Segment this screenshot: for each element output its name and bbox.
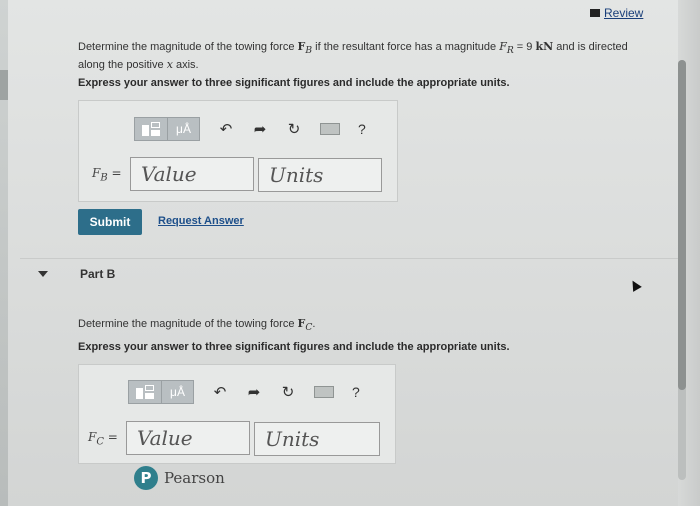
question-text: if the resultant force has a magnitude: [312, 41, 497, 53]
template-icon: [136, 385, 154, 399]
resultant-unit: kN: [535, 40, 554, 53]
units-input[interactable]: Units: [258, 158, 382, 192]
question-text: .: [312, 318, 316, 330]
pearson-wordmark: Pearson: [164, 469, 225, 487]
part-b-instruction: Express your answer to three significant…: [78, 341, 510, 353]
reset-icon[interactable]: ↻: [280, 383, 296, 401]
part-b-question: Determine the magnitude of the towing fo…: [78, 317, 315, 333]
keyboard-icon[interactable]: [320, 123, 340, 135]
symbols-button[interactable]: μÅ: [161, 381, 193, 403]
review-label: Review: [604, 6, 644, 20]
review-link[interactable]: Review: [590, 6, 643, 20]
template-group: μÅ: [134, 117, 200, 141]
var-equals: =: [107, 166, 122, 180]
value-input[interactable]: Value: [130, 157, 254, 191]
request-answer-link[interactable]: Request Answer: [158, 215, 244, 227]
answer-variable-label: FB =: [92, 166, 122, 183]
help-button[interactable]: ?: [358, 121, 366, 137]
axis-variable: x: [166, 58, 173, 72]
part-b-toolbar: μÅ ↶ ➦ ↻ ?: [128, 380, 360, 404]
collapse-triangle-icon[interactable]: [38, 271, 48, 277]
left-edge-tab: [0, 70, 8, 100]
pearson-logo: P Pearson: [134, 466, 225, 490]
part-a-question: Determine the magnitude of the towing fo…: [78, 40, 638, 72]
var-subscript: B: [100, 172, 108, 184]
part-b-title: Part B: [80, 267, 116, 281]
part-a-instruction: Express your answer to three significant…: [78, 77, 510, 89]
var-subscript: C: [96, 436, 104, 448]
template-icon: [142, 122, 160, 136]
part-a-toolbar: μÅ ↶ ➦ ↻ ?: [134, 117, 366, 141]
scrollbar-thumb[interactable]: [678, 60, 686, 390]
submit-button[interactable]: Submit: [78, 209, 142, 235]
resultant-value: = 9: [513, 41, 536, 53]
undo-icon[interactable]: ↶: [218, 120, 234, 138]
symbols-button[interactable]: μÅ: [167, 118, 199, 140]
value-input[interactable]: Value: [126, 421, 250, 455]
left-edge-strip: [0, 0, 8, 506]
undo-icon[interactable]: ↶: [212, 383, 228, 401]
reset-icon[interactable]: ↻: [286, 120, 302, 138]
template-group: μÅ: [128, 380, 194, 404]
pearson-p-icon: P: [134, 466, 158, 490]
resultant-symbol: F: [499, 40, 507, 53]
question-text: Determine the magnitude of the towing fo…: [78, 41, 295, 53]
units-input[interactable]: Units: [254, 422, 380, 456]
help-button[interactable]: ?: [352, 384, 360, 400]
template-button[interactable]: [129, 381, 161, 403]
redo-icon[interactable]: ➦: [246, 383, 262, 401]
template-button[interactable]: [135, 118, 167, 140]
redo-icon[interactable]: ➦: [252, 120, 268, 138]
keyboard-icon[interactable]: [314, 386, 334, 398]
question-text: Determine the magnitude of the towing fo…: [78, 318, 295, 330]
answer-variable-label: FC =: [88, 430, 118, 447]
question-text: axis.: [175, 59, 199, 72]
part-b-header[interactable]: [20, 258, 678, 292]
resultant-subscript: R: [506, 45, 514, 57]
book-icon: [590, 9, 600, 17]
var-equals: =: [103, 430, 118, 444]
